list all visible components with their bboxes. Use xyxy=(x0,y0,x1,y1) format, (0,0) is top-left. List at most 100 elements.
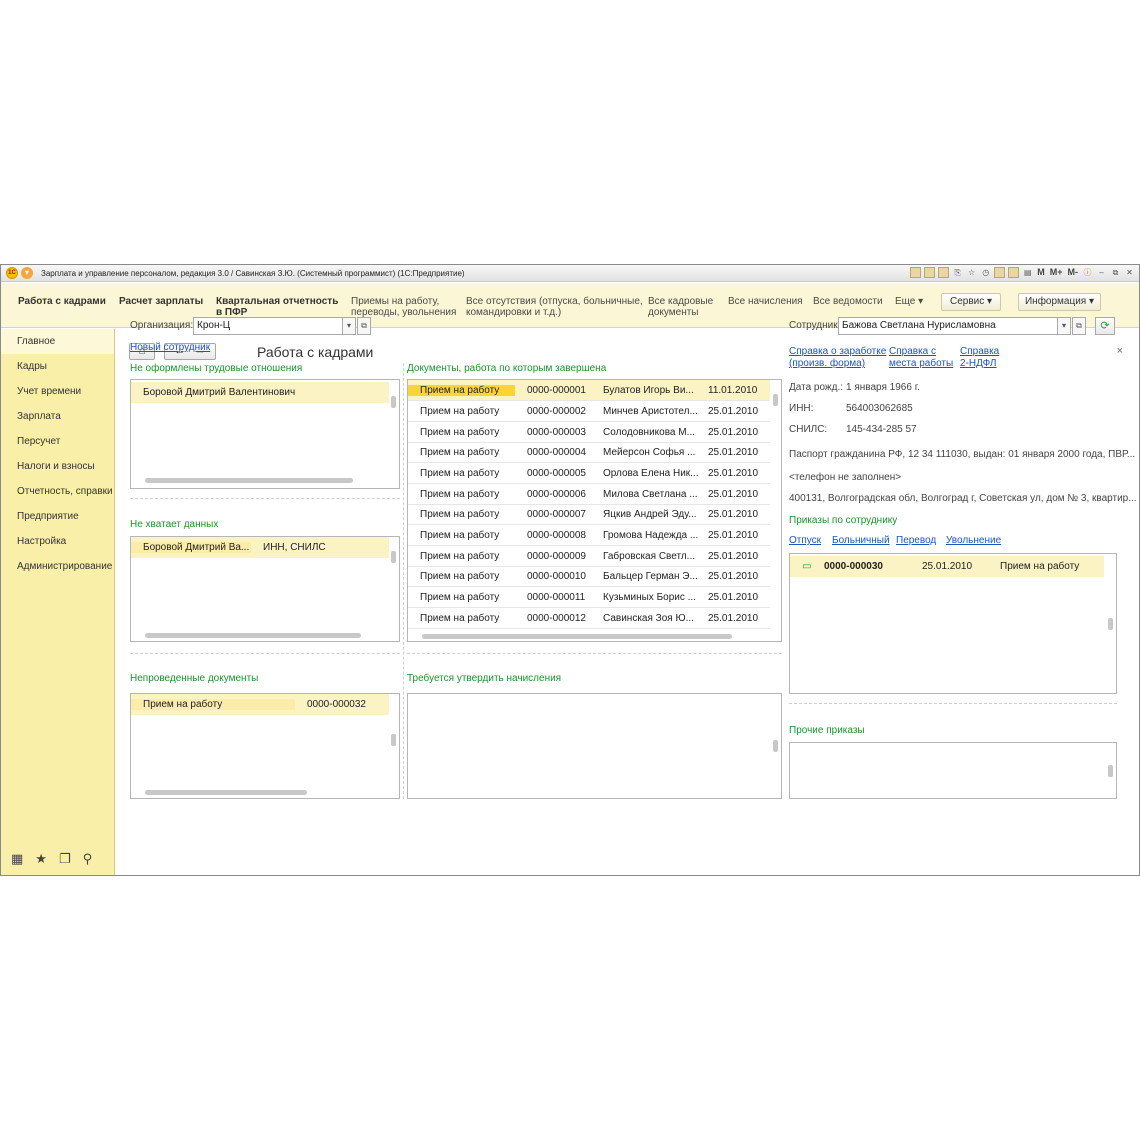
completed-docs-table[interactable]: Прием на работу 0000-000001 Булатов Игорь … xyxy=(407,379,782,642)
horizontal-scrollbar[interactable] xyxy=(145,478,353,483)
minimize-icon[interactable]: – xyxy=(1096,267,1107,278)
approve-accruals-list[interactable] xyxy=(407,693,782,799)
table-row[interactable]: Прием на работу 0000-000006 Милова Светлан… xyxy=(408,484,770,505)
more-menu[interactable]: Еще ▾ xyxy=(895,296,923,307)
refresh-icon[interactable]: ⟳ xyxy=(1095,317,1115,335)
section-absences[interactable]: Все отсутствия (отпуска, больничные, ком… xyxy=(466,296,643,318)
list-item[interactable]: Боровой Дмитрий Валентинович xyxy=(131,382,389,403)
missing-data-list[interactable]: Боровой Дмитрий Ва... ИНН, СНИЛС xyxy=(130,536,400,642)
vertical-scrollbar[interactable] xyxy=(391,396,396,408)
vertical-scrollbar[interactable] xyxy=(391,734,396,746)
close-window-icon[interactable]: ✕ xyxy=(1124,267,1135,278)
table-row[interactable]: Прием на работу 0000-000007 Яцкив Андрей Э… xyxy=(408,504,770,525)
print-icon[interactable] xyxy=(924,267,936,278)
table-row[interactable]: Прием на работу 0000-000008 Громова Надежд… xyxy=(408,525,770,546)
link-icon[interactable]: ⎘ xyxy=(952,267,963,278)
employee-dropdown-icon[interactable]: ▾ xyxy=(1057,317,1071,335)
employee-field[interactable]: Бажова Светлана Нурисламовна xyxy=(838,317,1058,335)
app-logo-icon: 1С xyxy=(6,267,18,279)
work-certificate-link[interactable]: Справка с места работы xyxy=(889,346,953,370)
birth-date-value: 1 января 1966 г. xyxy=(846,382,920,393)
new-employee-link[interactable]: Новый сотрудник xyxy=(130,342,210,354)
calculator-icon[interactable] xyxy=(1008,267,1020,278)
nav-item-settings[interactable]: Настройка xyxy=(1,529,114,554)
table-cell: 25.01.2010 xyxy=(708,591,759,603)
table-row[interactable]: Прием на работу 0000-000011 Кузьминых Бори… xyxy=(408,587,770,608)
nav-item-reports[interactable]: Отчетность, справки xyxy=(1,479,114,504)
calendar-icon[interactable] xyxy=(994,267,1006,278)
table-row[interactable]: Прием на работу 0000-000004 Мейерсон Софья… xyxy=(408,442,770,463)
unposted-list[interactable]: Прием на работу 0000-000032 xyxy=(130,693,400,799)
table-row[interactable]: Прием на работу 0000-000032 xyxy=(131,694,389,715)
employee-open-icon[interactable]: ⧉ xyxy=(1072,317,1086,335)
vertical-scrollbar[interactable] xyxy=(1108,765,1113,777)
close-form-icon[interactable]: × xyxy=(1117,345,1123,357)
organization-dropdown-icon[interactable]: ▾ xyxy=(342,317,356,335)
memory-plus-button[interactable]: M+ xyxy=(1049,267,1064,278)
info-button[interactable]: Информация ▾ xyxy=(1018,293,1101,311)
search-icon[interactable]: ⚲ xyxy=(83,851,93,867)
horizontal-scrollbar[interactable] xyxy=(145,633,361,638)
sick-leave-link[interactable]: Больничный xyxy=(832,535,890,547)
other-orders-list[interactable] xyxy=(789,742,1117,799)
section-statements[interactable]: Все ведомости xyxy=(813,296,883,307)
section-pfr-reports[interactable]: Квартальная отчетность в ПФР xyxy=(216,296,338,318)
table-row[interactable]: Прием на работу 0000-000009 Габровская Све… xyxy=(408,546,770,567)
vertical-scrollbar[interactable] xyxy=(391,551,396,563)
table-row[interactable]: Прием на работу 0000-000005 Орлова Елена Н… xyxy=(408,463,770,484)
main-menu-icon[interactable]: ▾ xyxy=(21,267,33,279)
transfer-link[interactable]: Перевод xyxy=(896,535,936,547)
table-cell: Бальцер Герман Э... xyxy=(603,570,698,582)
service-button[interactable]: Сервис ▾ xyxy=(941,293,1001,311)
organization-field[interactable]: Крон-Ц xyxy=(193,317,343,335)
table-row[interactable]: Прием на работу 0000-000001 Булатов Игорь … xyxy=(408,380,770,401)
not-formalized-list[interactable]: Боровой Дмитрий Валентинович xyxy=(130,379,400,489)
favorites-icon[interactable]: ☆ xyxy=(966,267,977,278)
nav-item-main[interactable]: Главное xyxy=(1,329,114,354)
horizontal-scrollbar[interactable] xyxy=(422,634,732,639)
vertical-scrollbar[interactable] xyxy=(1108,618,1113,630)
vacation-link[interactable]: Отпуск xyxy=(789,535,821,547)
nav-item-enterprise[interactable]: Предприятие xyxy=(1,504,114,529)
vertical-scrollbar[interactable] xyxy=(773,394,778,406)
nav-item-salary[interactable]: Зарплата xyxy=(1,404,114,429)
horizontal-scrollbar[interactable] xyxy=(145,790,307,795)
nav-item-personnel[interactable]: Кадры xyxy=(1,354,114,379)
table-row[interactable]: ▭ 0000-000030 25.01.2010 Прием на работу xyxy=(790,556,1104,577)
help-icon[interactable]: ⓘ xyxy=(1082,267,1093,278)
table-cell: Прием на работу xyxy=(420,405,500,417)
section-payroll[interactable]: Расчет зарплаты xyxy=(119,296,203,307)
ndfl-certificate-link[interactable]: Справка 2-НДФЛ xyxy=(960,346,999,370)
nav-item-admin[interactable]: Администрирование xyxy=(1,554,114,579)
table-row[interactable]: Прием на работу 0000-000010 Бальцер Герман… xyxy=(408,566,770,587)
dismissal-link[interactable]: Увольнение xyxy=(946,535,1001,547)
salary-certificate-link[interactable]: Справка о заработке (произв. форма) xyxy=(789,346,886,370)
section-accruals[interactable]: Все начисления xyxy=(728,296,803,307)
history-list-icon[interactable]: ❐ xyxy=(59,851,71,867)
all-functions-icon[interactable]: ▦ xyxy=(11,851,23,867)
restore-icon[interactable]: ⧉ xyxy=(1110,267,1121,278)
memory-m-button[interactable]: M xyxy=(1036,267,1046,278)
employee-label: Сотрудник: xyxy=(789,320,841,331)
save-icon[interactable] xyxy=(910,267,922,278)
passport-info: Паспорт гражданина РФ, 12 34 111030, выд… xyxy=(789,449,1136,460)
table-row[interactable]: Прием на работу 0000-000003 Солодовникова … xyxy=(408,422,770,443)
table-row[interactable]: Прием на работу 0000-000012 Савинская Зоя … xyxy=(408,608,770,629)
orders-list[interactable]: ▭ 0000-000030 25.01.2010 Прием на работу xyxy=(789,553,1117,694)
nav-item-taxes[interactable]: Налоги и взносы xyxy=(1,454,114,479)
notes-icon[interactable]: ▤ xyxy=(1022,267,1033,278)
table-cell: Прием на работу xyxy=(420,591,500,603)
memory-minus-button[interactable]: M- xyxy=(1067,267,1080,278)
nav-item-time[interactable]: Учет времени xyxy=(1,379,114,404)
table-row[interactable]: Боровой Дмитрий Ва... ИНН, СНИЛС xyxy=(131,537,389,558)
section-hr[interactable]: Работа с кадрами xyxy=(18,296,106,307)
nav-item-personal-accounting[interactable]: Персучет xyxy=(1,429,114,454)
table-row[interactable]: Прием на работу 0000-000002 Минчев Аристот… xyxy=(408,401,770,422)
organization-open-icon[interactable]: ⧉ xyxy=(357,317,371,335)
section-hiring[interactable]: Приемы на работу, переводы, увольнения xyxy=(351,296,456,318)
favorites-star-icon[interactable]: ★ xyxy=(35,851,47,867)
history-icon[interactable]: ◷ xyxy=(980,267,991,278)
section-hr-docs[interactable]: Все кадровые документы xyxy=(648,296,713,318)
preview-icon[interactable] xyxy=(938,267,950,278)
vertical-scrollbar[interactable] xyxy=(773,740,778,752)
